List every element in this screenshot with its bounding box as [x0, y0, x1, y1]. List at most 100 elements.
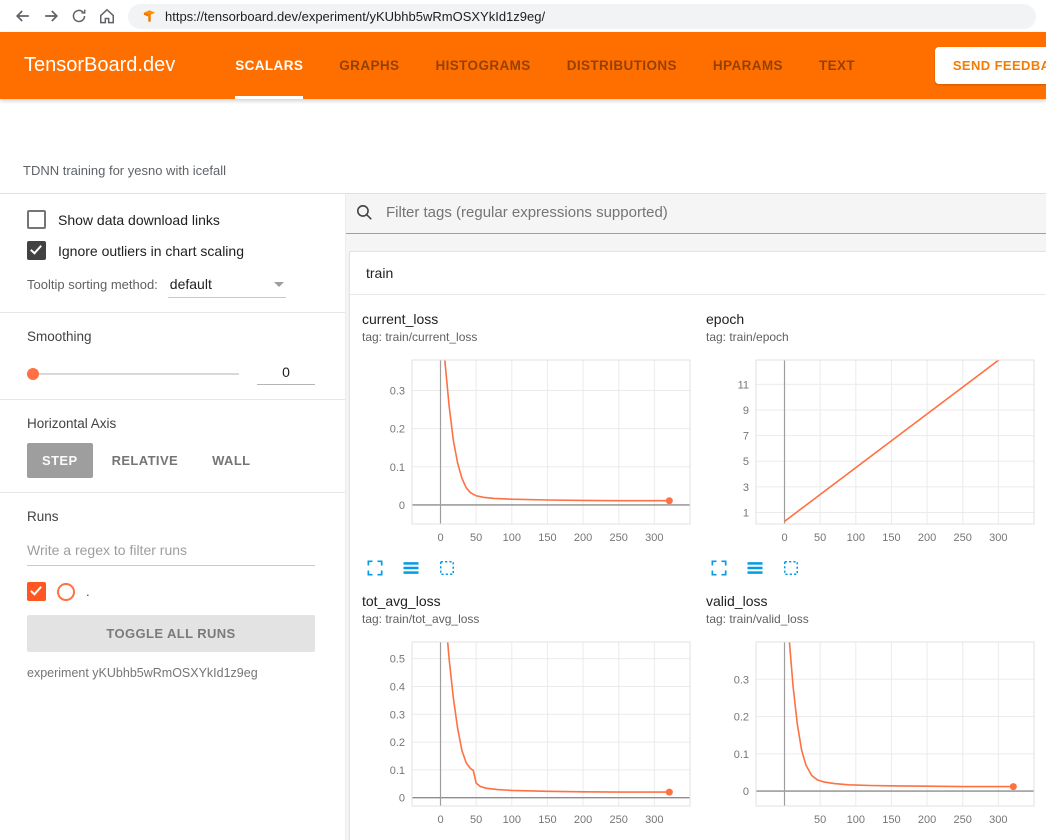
back-icon[interactable] [10, 3, 36, 29]
svg-text:0.1: 0.1 [734, 749, 749, 761]
checkbox-label: Ignore outliers in chart scaling [58, 243, 244, 259]
smoothing-value-input[interactable] [257, 362, 315, 385]
svg-text:9: 9 [743, 405, 749, 417]
tensorboard-favicon-icon [142, 9, 157, 24]
run-checkbox[interactable] [27, 582, 46, 601]
experiment-title: TDNN training for yesno with icefall [23, 163, 226, 178]
smoothing-label: Smoothing [27, 329, 315, 344]
tab-scalars[interactable]: SCALARS [235, 32, 303, 99]
data-table-icon[interactable] [744, 557, 766, 579]
ignore-outliers-checkbox[interactable] [27, 241, 46, 260]
chart-card-epoch: epoch tag: train/epoch 05010015020025030… [706, 311, 1042, 579]
svg-text:50: 50 [470, 532, 482, 544]
axis-step-button[interactable]: STEP [27, 443, 93, 478]
home-icon[interactable] [94, 3, 120, 29]
tooltip-sorting-label: Tooltip sorting method: [27, 277, 158, 292]
chart-tag: tag: train/epoch [706, 330, 1042, 344]
svg-text:0: 0 [437, 814, 443, 826]
svg-text:150: 150 [538, 532, 556, 544]
chart-tag: tag: train/valid_loss [706, 612, 1042, 626]
chart-title: valid_loss [706, 593, 1042, 609]
slider-thumb[interactable] [27, 368, 39, 380]
show-download-links-checkbox[interactable] [27, 210, 46, 229]
chart-plot-tot-avg-loss[interactable]: 05010015020025030000.10.20.30.40.5 [362, 636, 698, 832]
selection-box-icon[interactable] [780, 557, 802, 579]
chart-card-current-loss: current_loss tag: train/current_loss 050… [362, 311, 698, 579]
data-table-icon[interactable] [400, 557, 422, 579]
chart-plot-current-loss[interactable]: 05010015020025030000.10.20.3 [362, 354, 698, 550]
svg-text:0: 0 [781, 532, 787, 544]
svg-text:50: 50 [470, 814, 482, 826]
charts-grid: current_loss tag: train/current_loss 050… [350, 295, 1046, 840]
svg-text:0: 0 [437, 532, 443, 544]
tag-group-header-train[interactable]: train [350, 252, 1046, 295]
run-name: . [86, 584, 90, 599]
svg-text:0.3: 0.3 [390, 709, 405, 721]
selection-box-icon[interactable] [436, 557, 458, 579]
fullscreen-icon[interactable] [364, 557, 386, 579]
svg-text:300: 300 [989, 532, 1007, 544]
chart-title: tot_avg_loss [362, 593, 698, 609]
svg-text:150: 150 [882, 814, 900, 826]
svg-text:100: 100 [847, 814, 865, 826]
app-logo[interactable]: TensorBoard.dev [24, 32, 175, 99]
url-text[interactable]: https://tensorboard.dev/experiment/yKUbh… [165, 9, 545, 24]
run-item[interactable]: . [27, 582, 315, 601]
ignore-outliers-row[interactable]: Ignore outliers in chart scaling [27, 241, 315, 260]
tag-filter-input[interactable] [384, 203, 1036, 222]
tag-group-card-train: train current_loss tag: train/current_lo… [349, 251, 1046, 840]
tag-filter-row [346, 194, 1046, 234]
chart-card-valid-loss: valid_loss tag: train/valid_loss 50 100 15… [706, 593, 1042, 840]
svg-text:0.5: 0.5 [390, 654, 405, 666]
svg-text:0.1: 0.1 [390, 462, 405, 474]
tab-hparams[interactable]: HPARAMS [713, 32, 783, 99]
send-feedback-button[interactable]: SEND FEEDBACK [935, 47, 1046, 84]
svg-text:0: 0 [399, 500, 405, 512]
axis-wall-button[interactable]: WALL [197, 443, 265, 478]
checkbox-label: Show data download links [58, 212, 220, 228]
reload-icon[interactable] [66, 3, 92, 29]
svg-text:200: 200 [918, 532, 936, 544]
smoothing-slider[interactable] [27, 373, 239, 375]
nav-tabs: SCALARS GRAPHS HISTOGRAMS DISTRIBUTIONS … [235, 32, 855, 99]
chart-card-tot-avg-loss: tot_avg_loss tag: train/tot_avg_loss 050… [362, 593, 698, 840]
chart-title: epoch [706, 311, 1042, 327]
chart-plot-epoch[interactable]: 0501001502002503001357911 [706, 354, 1042, 550]
show-download-links-row[interactable]: Show data download links [27, 210, 315, 229]
tab-distributions[interactable]: DISTRIBUTIONS [567, 32, 677, 99]
svg-text:300: 300 [989, 814, 1007, 826]
svg-text:200: 200 [574, 532, 592, 544]
fullscreen-icon[interactable] [708, 557, 730, 579]
svg-text:7: 7 [743, 431, 749, 443]
svg-text:250: 250 [954, 814, 972, 826]
svg-text:0.2: 0.2 [390, 424, 405, 436]
axis-relative-button[interactable]: RELATIVE [97, 443, 194, 478]
svg-text:0.2: 0.2 [390, 737, 405, 749]
forward-icon[interactable] [38, 3, 64, 29]
chart-tag: tag: train/current_loss [362, 330, 698, 344]
address-bar[interactable]: https://tensorboard.dev/experiment/yKUbh… [128, 4, 1036, 29]
chart-plot-valid-loss[interactable]: 5010015020025030000.10.20.3 [706, 636, 1042, 832]
tab-histograms[interactable]: HISTOGRAMS [435, 32, 530, 99]
svg-text:250: 250 [610, 814, 628, 826]
svg-text:50: 50 [814, 814, 826, 826]
tab-text[interactable]: TEXT [819, 32, 855, 99]
tooltip-sorting-value: default [170, 276, 212, 292]
app-header: TensorBoard.dev SCALARS GRAPHS HISTOGRAM… [0, 32, 1046, 99]
tab-graphs[interactable]: GRAPHS [339, 32, 399, 99]
toggle-all-runs-button[interactable]: TOGGLE ALL RUNS [27, 615, 315, 652]
experiment-subheader: TDNN training for yesno with icefall [0, 99, 1046, 194]
svg-text:100: 100 [503, 532, 521, 544]
svg-text:150: 150 [882, 532, 900, 544]
svg-text:250: 250 [954, 532, 972, 544]
svg-text:200: 200 [918, 814, 936, 826]
chart-actions [362, 557, 698, 579]
svg-text:50: 50 [814, 532, 826, 544]
experiment-id-label: experiment yKUbhb5wRmOSXYkId1z9eg [27, 666, 315, 680]
tooltip-sorting-select[interactable]: default [168, 274, 286, 298]
svg-text:250: 250 [610, 532, 628, 544]
runs-label: Runs [27, 509, 315, 524]
svg-text:0.4: 0.4 [390, 681, 405, 693]
runs-regex-input[interactable] [27, 538, 315, 566]
chevron-down-icon [274, 282, 284, 287]
